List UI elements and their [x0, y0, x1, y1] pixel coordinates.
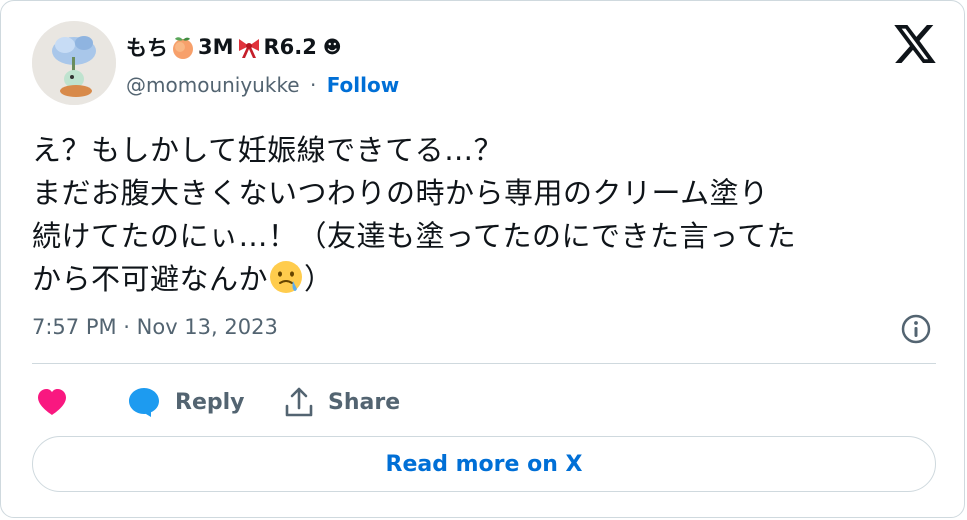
tweet-text: え？もしかして妊娠線できてる…？ まだお腹大きくないつわりの時から専用のクリーム…	[32, 129, 942, 301]
display-name-part2: 3M	[198, 35, 234, 59]
tweet-line-4: から不可避なんか ）	[32, 258, 942, 301]
reply-button[interactable]: Reply	[127, 381, 245, 423]
tweet-line-1: え？もしかして妊娠線できてる…？	[32, 133, 504, 167]
like-button[interactable]	[36, 381, 68, 423]
display-name-part1: もち	[126, 36, 168, 60]
heart-icon	[38, 389, 66, 415]
display-name-part3: R6.2	[263, 35, 317, 59]
separator: ·	[309, 73, 317, 97]
handle-row: @momouniyukke · Follow	[126, 73, 399, 97]
tweet-line-4-text: から不可避なんか	[32, 262, 269, 296]
share-icon	[285, 387, 313, 417]
share-button[interactable]: Share	[284, 381, 400, 423]
author-name[interactable]: もち 3M R6.2 ☻	[126, 32, 342, 62]
avatar-image	[32, 21, 116, 105]
reply-icon	[129, 388, 159, 417]
peach-emoji-icon	[173, 37, 193, 59]
face-holding-back-tears-icon	[270, 261, 303, 293]
action-bar: Reply Share	[32, 381, 632, 423]
share-label: Share	[328, 389, 401, 415]
timestamp[interactable]: 7:57 PM · Nov 13, 2023	[32, 315, 278, 339]
follow-button[interactable]: Follow	[327, 73, 400, 97]
x-logo-icon[interactable]	[894, 25, 936, 63]
avatar[interactable]	[32, 21, 116, 105]
reply-label: Reply	[175, 389, 245, 415]
info-icon[interactable]	[900, 313, 932, 345]
smiley-icon: ☻	[322, 36, 342, 58]
tweet-line-3: 続けてたのにぃ…！（友達も塗ってたのにできた言ってた	[32, 219, 797, 253]
read-more-label: Read more on X	[385, 451, 583, 477]
read-more-button[interactable]: Read more on X	[32, 436, 936, 492]
tweet-card: もち 3M R6.2 ☻ @momouniyukke · Follow え？もし…	[0, 0, 965, 518]
handle[interactable]: @momouniyukke	[126, 73, 300, 97]
tweet-closing-paren: ）	[304, 262, 334, 296]
ribbon-emoji-icon	[238, 39, 259, 58]
divider	[32, 363, 936, 364]
tweet-line-2: まだお腹大きくないつわりの時から専用のクリーム塗り	[32, 176, 769, 210]
